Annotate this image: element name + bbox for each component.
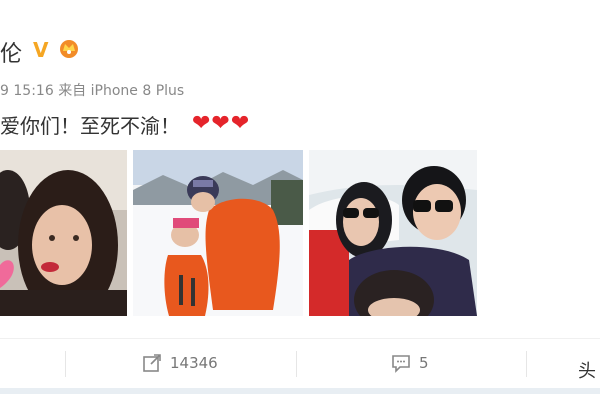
repost-button[interactable]: 14346 xyxy=(142,353,218,373)
comment-button[interactable]: 5 xyxy=(391,353,429,373)
action-divider xyxy=(65,351,66,377)
action-divider xyxy=(526,351,527,377)
heart-emoji-icons: ❤❤❤ xyxy=(192,111,251,136)
like-button-label[interactable]: 头 xyxy=(578,357,596,383)
comment-icon xyxy=(392,355,410,373)
post-text: 爱你们！至死不渝！ xyxy=(0,114,180,138)
comment-count: 5 xyxy=(419,354,429,372)
post-photo-3[interactable] xyxy=(309,150,477,316)
post-date: 9 xyxy=(0,83,9,99)
bottom-strip xyxy=(0,388,600,394)
crown-badge-icon xyxy=(58,38,80,58)
username[interactable]: 伦 xyxy=(0,36,22,68)
repost-count: 14346 xyxy=(170,354,218,372)
post-photo-1[interactable] xyxy=(0,150,127,316)
verified-badge-icon: V xyxy=(33,38,49,62)
action-divider xyxy=(296,351,297,377)
share-icon xyxy=(143,354,161,372)
post-meta: 9 15:16 来自 iPhone 8 Plus xyxy=(0,80,184,100)
post-photo-2[interactable] xyxy=(133,150,303,316)
post-time: 15:16 xyxy=(13,83,54,99)
post-action-bar: 14346 5 头 xyxy=(0,338,600,395)
source-prefix: 来自 xyxy=(58,83,87,99)
source-device[interactable]: iPhone 8 Plus xyxy=(91,83,185,99)
